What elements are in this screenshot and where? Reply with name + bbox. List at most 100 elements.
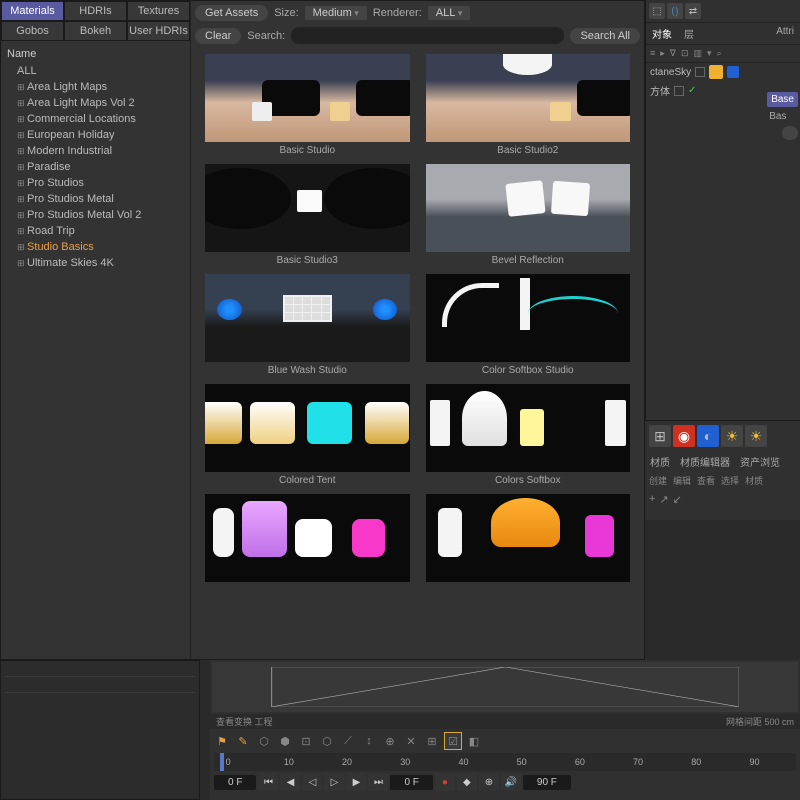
key-button[interactable]: ◆ — [457, 773, 477, 791]
size-select[interactable]: Medium — [305, 6, 367, 20]
tab-layers[interactable]: 层 — [678, 23, 700, 44]
dropdown-icon[interactable]: ▾ — [705, 48, 714, 59]
menu-icon[interactable]: ≡ — [648, 48, 657, 59]
tab-gobos[interactable]: Gobos — [1, 21, 64, 41]
mat-tab-editor[interactable]: 材质编辑器 — [675, 451, 735, 472]
timeline-viewport[interactable] — [212, 662, 798, 712]
search-icon[interactable]: ⌕ — [715, 48, 724, 59]
step-fwd-button[interactable]: ▶ — [346, 773, 366, 791]
tab-user-hdris[interactable]: User HDRIs — [127, 21, 190, 41]
object-row[interactable]: ctaneSky — [646, 63, 800, 81]
attr-base-tab[interactable]: Base — [767, 92, 798, 107]
play-icon[interactable]: ▸ — [658, 48, 667, 59]
asset-thumb[interactable]: Colored Tent — [205, 384, 410, 486]
arrow-icon[interactable]: ↗ — [659, 493, 668, 506]
playhead[interactable] — [220, 753, 224, 771]
script-icon[interactable]: ⟮⟯ — [667, 3, 683, 19]
tree-item[interactable]: Paradise — [1, 159, 190, 175]
tree-item[interactable]: Modern Industrial — [1, 143, 190, 159]
tool-icon[interactable]: ↕ — [360, 732, 378, 750]
asset-thumb[interactable]: Basic Studio2 — [426, 54, 631, 156]
add-button[interactable]: + — [649, 493, 655, 506]
sound-button[interactable]: 🔊 — [501, 773, 521, 791]
mat-menu[interactable]: 选择 — [721, 474, 739, 487]
mat-tab-material[interactable]: 材质 — [645, 451, 675, 472]
tree-item[interactable]: Pro Studios Metal Vol 2 — [1, 207, 190, 223]
asset-thumb[interactable]: Color Softbox Studio — [426, 274, 631, 376]
asset-thumb[interactable]: Basic Studio — [205, 54, 410, 156]
panel-icon[interactable]: ⬚ — [649, 3, 665, 19]
camera-icon[interactable]: ◉ — [673, 425, 695, 447]
goto-start-button[interactable]: ⏮ — [258, 773, 278, 791]
play-back-button[interactable]: ◁ — [302, 773, 322, 791]
tree-item[interactable]: European Holiday — [1, 127, 190, 143]
goto-end-button[interactable]: ⏭ — [368, 773, 388, 791]
cube-icon[interactable]: ⬡ — [255, 732, 273, 750]
checkbox-icon[interactable]: ☑ — [444, 732, 462, 750]
get-assets-button[interactable]: Get Assets — [195, 5, 268, 21]
tab-bokeh[interactable]: Bokeh — [64, 21, 127, 41]
search-input[interactable] — [291, 27, 564, 44]
cube-icon[interactable]: ⊡ — [297, 732, 315, 750]
tree-item[interactable]: Area Light Maps Vol 2 — [1, 95, 190, 111]
tag-icon[interactable] — [727, 66, 739, 78]
tree-item[interactable]: Pro Studios — [1, 175, 190, 191]
tree-item[interactable]: Ultimate Skies 4K — [1, 255, 190, 271]
mat-menu[interactable]: 创建 — [649, 474, 667, 487]
tag-icon[interactable] — [709, 65, 723, 79]
cube-icon[interactable]: ⬢ — [276, 732, 294, 750]
key-button[interactable]: ⊕ — [479, 773, 499, 791]
cube-icon[interactable]: ⬡ — [318, 732, 336, 750]
brush-icon[interactable]: ✎ — [234, 732, 252, 750]
frame-end[interactable]: 90 F — [523, 775, 571, 790]
tool-icon[interactable]: ⊞ — [423, 732, 441, 750]
tab-hdris[interactable]: HDRIs — [64, 1, 127, 21]
renderer-select[interactable]: ALL — [428, 6, 471, 20]
tab-attributes[interactable]: Attri — [770, 23, 800, 44]
mat-tab-browser[interactable]: 资产浏览 — [735, 451, 785, 472]
tree-item[interactable]: Commercial Locations — [1, 111, 190, 127]
light-icon[interactable]: ☀ — [721, 425, 743, 447]
mat-menu[interactable]: 查看 — [697, 474, 715, 487]
filter-icon[interactable]: ᐁ — [668, 48, 678, 59]
asset-thumb[interactable]: Colors Softbox — [426, 384, 631, 486]
tree-item[interactable]: Road Trip — [1, 223, 190, 239]
clear-button[interactable]: Clear — [195, 28, 241, 44]
arrow-icon[interactable]: ↙ — [673, 493, 682, 506]
record-button[interactable]: ● — [435, 773, 455, 791]
frame-current[interactable]: 0 F — [390, 775, 432, 790]
tool-icon[interactable]: ⊕ — [381, 732, 399, 750]
tool-icon[interactable]: ⟋ — [339, 732, 357, 750]
tree-item[interactable]: Pro Studios Metal — [1, 191, 190, 207]
tab-textures[interactable]: Textures — [127, 1, 190, 21]
list-icon[interactable]: ▥ — [692, 48, 705, 59]
timeline-ruler[interactable]: 0 10 20 30 40 50 60 70 80 90 — [214, 753, 796, 771]
view-icon[interactable]: ⊡ — [679, 48, 691, 59]
tab-materials[interactable]: Materials — [1, 1, 64, 21]
attr-toggle[interactable] — [782, 126, 798, 140]
visibility-toggle[interactable] — [674, 86, 684, 96]
swap-icon[interactable]: ⇄ — [685, 3, 701, 19]
play-button[interactable]: ▷ — [324, 773, 344, 791]
search-all-button[interactable]: Search All — [570, 28, 640, 44]
marker-icon[interactable]: ⚑ — [213, 732, 231, 750]
asset-thumb[interactable] — [205, 494, 410, 585]
frame-start[interactable]: 0 F — [214, 775, 256, 790]
asset-thumb[interactable]: Basic Studio3 — [205, 164, 410, 266]
visibility-toggle[interactable] — [695, 67, 705, 77]
tree-item-studio-basics[interactable]: Studio Basics — [1, 239, 190, 255]
step-back-button[interactable]: ◀ — [280, 773, 300, 791]
mat-menu[interactable]: 材质 — [745, 474, 763, 487]
tab-objects[interactable]: 对象 — [646, 23, 678, 44]
asset-thumb[interactable] — [426, 494, 631, 585]
tool-icon[interactable]: ✕ — [402, 732, 420, 750]
layout-icon[interactable]: ⊞ — [649, 425, 671, 447]
light-icon[interactable]: ☀ — [745, 425, 767, 447]
asset-thumb[interactable]: Blue Wash Studio — [205, 274, 410, 376]
contrast-icon[interactable]: ◐ — [697, 425, 719, 447]
tree-item[interactable]: Area Light Maps — [1, 79, 190, 95]
tool-icon[interactable]: ◧ — [465, 732, 483, 750]
tree-item-all[interactable]: ALL — [1, 63, 190, 79]
asset-thumb[interactable]: Bevel Reflection — [426, 164, 631, 266]
mat-menu[interactable]: 编辑 — [673, 474, 691, 487]
